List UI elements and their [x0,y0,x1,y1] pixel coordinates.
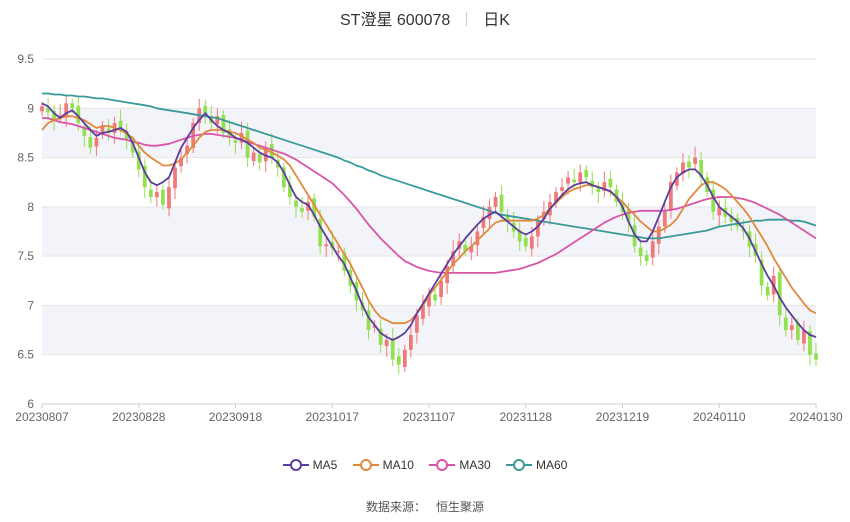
legend-label-ma10: MA10 [382,458,414,472]
candle-body [396,356,401,365]
legend-item-ma5[interactable]: MA5 [282,458,338,472]
legend-label-ma30: MA30 [459,458,491,472]
chart-title-text: ST澄星 600078 [340,12,451,29]
candle-body [584,169,589,178]
candle-body [233,140,238,143]
candle-body [493,197,498,207]
candle-body [94,137,99,147]
candle-body [294,200,298,207]
candlestick-chart: 6 6.5 7 7.5 8 8.5 9 9.5 20230807 20230828 20230918… [0,0,850,517]
candle-body [814,353,818,360]
candle-body [384,339,389,347]
candle-body [566,177,570,184]
candle-body [415,315,419,333]
x-tick-label: 20230918 [209,410,263,424]
candle-body [596,188,601,193]
candle-body [638,247,643,257]
candle-body [70,103,75,109]
candle-body [572,179,576,183]
x-tick-label: 20240110 [693,410,746,424]
candle-body [578,172,583,183]
chart-title: ST澄星 600078 日K [0,6,850,30]
candle-body [167,187,171,209]
x-tick-label: 20230807 [15,410,69,424]
candle-body [324,244,329,247]
candle-body [560,187,564,191]
candle-body [523,237,528,247]
candle-body [88,137,93,148]
candle-body [408,335,413,350]
y-tick-label: 9.5 [17,52,34,66]
legend-item-ma60[interactable]: MA60 [506,458,567,472]
title-separator [466,12,468,26]
candle-body [529,236,534,249]
candle-body [650,241,655,258]
legend-item-ma10[interactable]: MA10 [352,458,414,472]
candle-body [402,349,407,367]
x-tick-label: 20240130 [789,410,843,424]
x-tick-label: 20230828 [112,410,166,424]
chart-legend: MA5 MA10 MA30 MA60 [0,458,850,472]
legend-marker-ma30 [429,459,456,471]
candle-body [693,157,697,164]
candle-body [148,189,153,197]
candle-body [487,206,492,220]
candle-body [173,167,177,189]
candle-body [390,338,395,360]
source-value: 恒生聚源 [436,500,485,514]
y-tick-label: 6 [27,397,34,411]
legend-marker-ma5 [282,459,309,471]
candle-body [765,286,770,296]
candle-body [40,106,44,112]
candle-body [662,211,667,227]
period-label: 日K [483,12,510,29]
candle-body [687,161,691,168]
candle-body [300,208,304,212]
grid-band [42,108,816,158]
candle-body [203,105,208,114]
legend-label-ma60: MA60 [536,458,568,472]
candle-body [161,189,165,205]
candle-body [499,194,504,212]
x-tick-label: 20231107 [403,410,456,424]
legend-marker-ma60 [506,459,533,471]
candle-body [644,254,649,262]
candle-body [118,120,123,128]
legend-item-ma30[interactable]: MA30 [429,458,491,472]
y-tick-label: 7.5 [17,249,34,263]
x-tick-label: 20231219 [596,410,650,424]
candle-body [789,325,794,331]
y-tick-label: 8.5 [17,151,34,165]
candle-body [439,280,443,297]
y-tick-label: 9 [27,101,34,115]
candle-body [257,153,262,163]
data-source: 数据来源： 恒生聚源 [0,498,850,515]
candle-body [433,294,437,301]
x-tick-label: 20231128 [500,410,553,424]
legend-label-ma5: MA5 [312,458,338,472]
candle-body [155,192,159,197]
x-tick-label: 20231017 [306,410,360,424]
y-tick-label: 7 [27,298,34,312]
legend-marker-ma10 [352,459,379,471]
candle-body [336,251,341,253]
chart-canvas: 6 6.5 7 7.5 8 8.5 9 9.5 20230807 20230828 20230918… [15,52,843,424]
candle-body [251,152,256,162]
y-tick-label: 8 [27,200,34,214]
candle-body [608,178,613,188]
y-tick-label: 6.5 [17,348,34,362]
candle-body [783,317,788,331]
candle-body [656,226,661,244]
source-label: 数据来源： [365,500,426,514]
